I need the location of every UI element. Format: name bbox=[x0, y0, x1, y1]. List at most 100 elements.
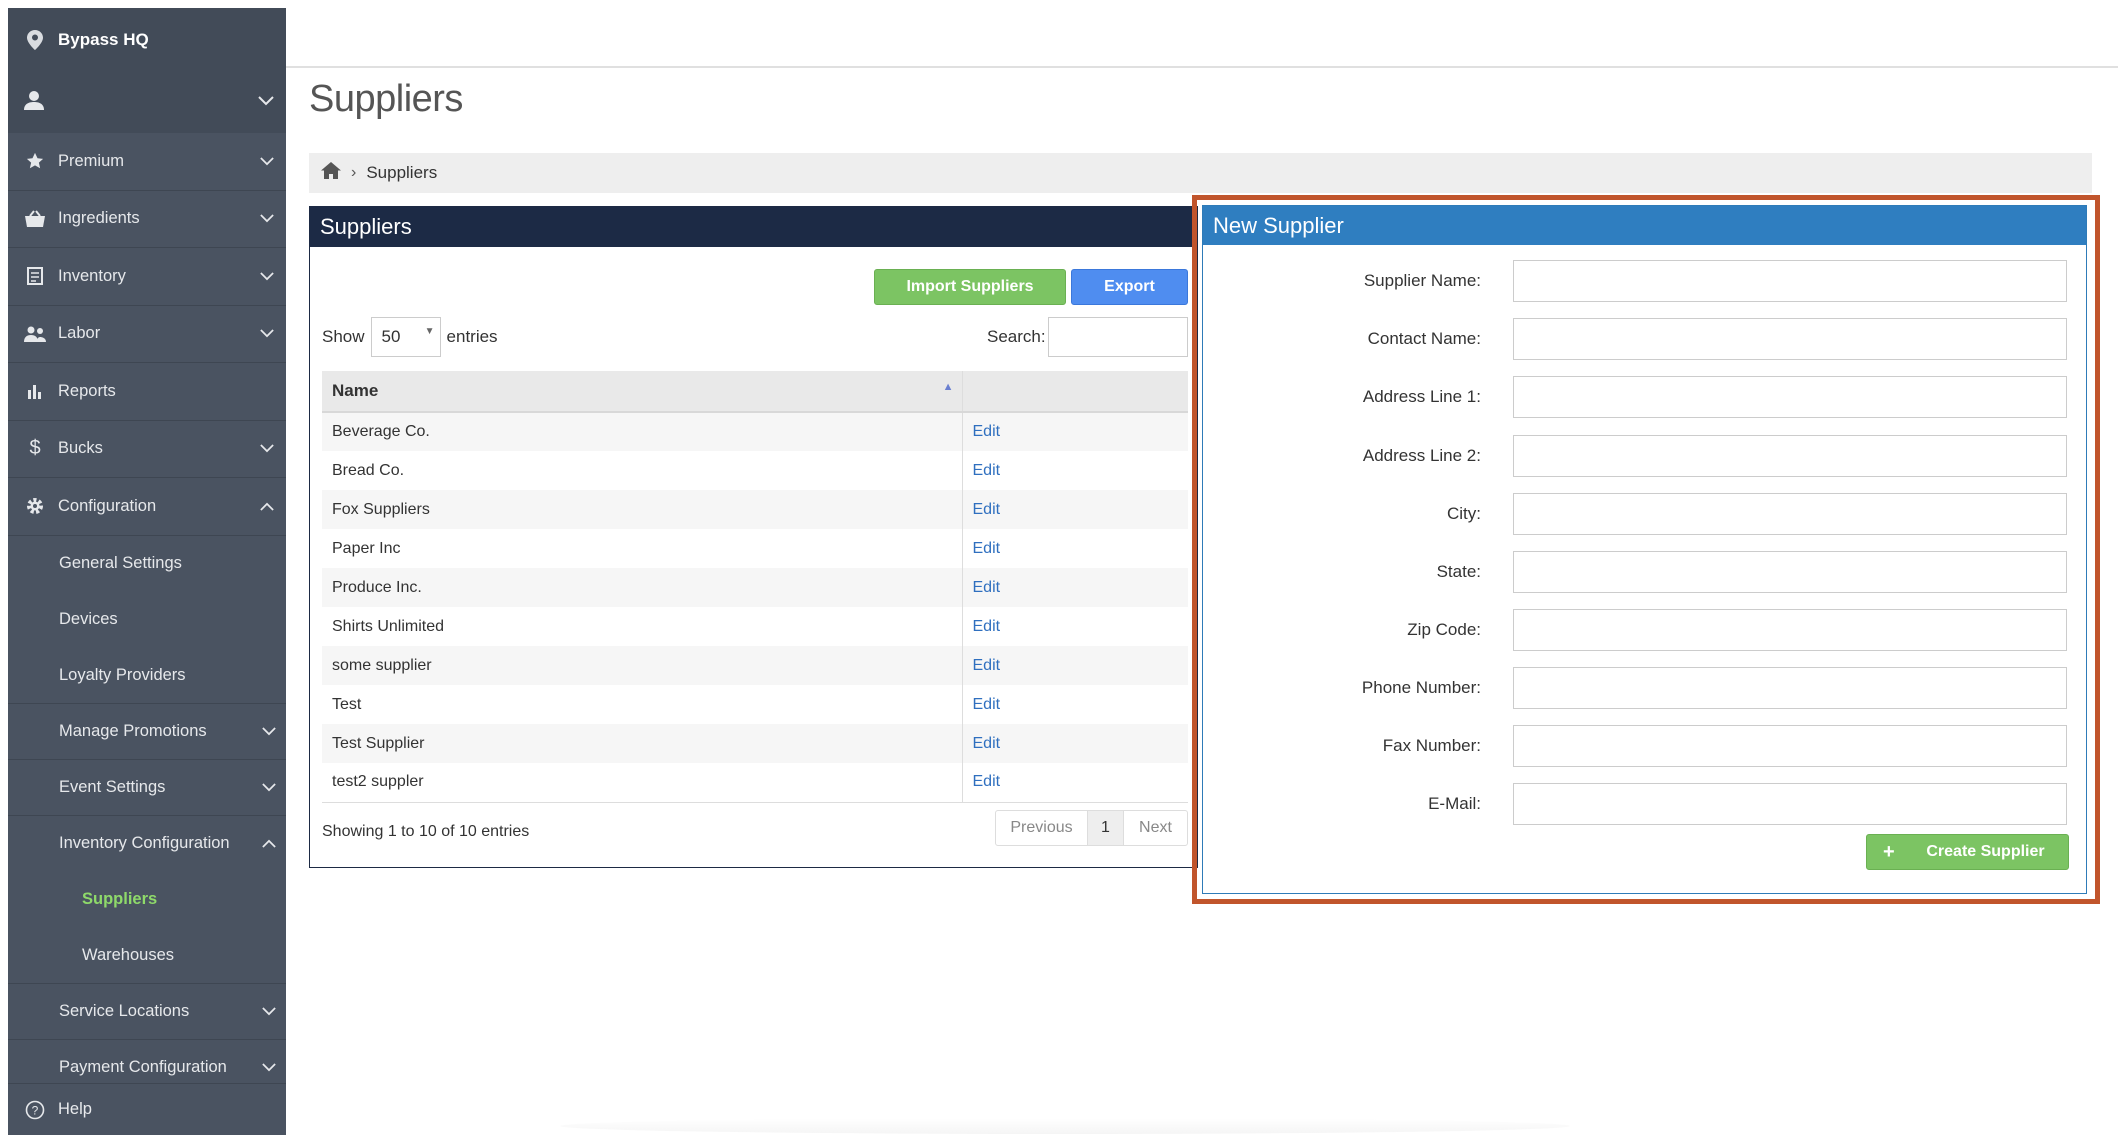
pagination: Previous 1 Next bbox=[995, 810, 1188, 846]
edit-link[interactable]: Edit bbox=[973, 773, 1001, 790]
previous-page-button[interactable]: Previous bbox=[996, 811, 1088, 845]
nav-label: Premium bbox=[58, 151, 125, 170]
edit-link[interactable]: Edit bbox=[973, 579, 1001, 596]
column-header-actions bbox=[962, 371, 1188, 413]
edit-link[interactable]: Edit bbox=[973, 540, 1001, 557]
location-name: Bypass HQ bbox=[58, 29, 149, 49]
nav-label: Labor bbox=[58, 324, 101, 343]
user-icon bbox=[24, 90, 44, 115]
city-input[interactable] bbox=[1513, 493, 2067, 535]
bar-chart-icon bbox=[24, 380, 46, 402]
supplier-name-cell: Fox Suppliers bbox=[322, 490, 963, 529]
field-label: Fax Number: bbox=[1382, 736, 1481, 755]
edit-link[interactable]: Edit bbox=[973, 501, 1001, 518]
chevron-down-icon bbox=[258, 440, 276, 458]
phone-number-input[interactable] bbox=[1513, 667, 2067, 709]
dollar-icon: $ bbox=[29, 437, 41, 460]
address-line-1-input[interactable] bbox=[1513, 376, 2067, 418]
next-page-button[interactable]: Next bbox=[1124, 811, 1187, 845]
home-icon[interactable] bbox=[321, 162, 341, 184]
table-row: Bread Co. Edit bbox=[322, 451, 1188, 490]
address-line-2-input[interactable] bbox=[1513, 435, 2067, 477]
nav-help[interactable]: ? Help bbox=[8, 1083, 286, 1135]
edit-link[interactable]: Edit bbox=[973, 618, 1001, 635]
table-row: Shirts Unlimited Edit bbox=[322, 607, 1188, 646]
user-menu[interactable] bbox=[8, 71, 286, 133]
edit-link[interactable]: Edit bbox=[973, 462, 1001, 479]
nav-configuration[interactable]: Configuration bbox=[8, 478, 286, 536]
nav-label: Service Locations bbox=[59, 1001, 190, 1020]
chevron-down-icon bbox=[258, 210, 276, 228]
breadcrumb: › Suppliers bbox=[309, 153, 2092, 193]
zip-code-input[interactable] bbox=[1513, 609, 2067, 651]
search-input[interactable] bbox=[1047, 317, 1188, 357]
supplier-name-cell: some supplier bbox=[322, 646, 963, 685]
field-label: Address Line 1: bbox=[1362, 387, 1481, 406]
contact-name-input[interactable] bbox=[1513, 318, 2067, 360]
nav-label: Event Settings bbox=[59, 777, 166, 796]
gear-icon bbox=[24, 495, 46, 517]
import-suppliers-button[interactable]: Import Suppliers bbox=[874, 269, 1066, 305]
location-selector[interactable]: Bypass HQ bbox=[8, 8, 286, 71]
supplier-name-cell: Beverage Co. bbox=[322, 412, 963, 451]
suppliers-table: Name ▲ Beverage Co. Edit Bread Co. Edit Fo… bbox=[322, 371, 1188, 803]
nav-inventory-configuration[interactable]: Inventory Configuration bbox=[8, 816, 286, 872]
create-supplier-button[interactable]: + Create Supplier bbox=[1866, 834, 2069, 870]
nav-ingredients[interactable]: Ingredients bbox=[8, 191, 286, 248]
nav-label: General Settings bbox=[59, 554, 182, 572]
nav-service-locations[interactable]: Service Locations bbox=[8, 984, 286, 1040]
supplier-name-cell: test2 suppler bbox=[322, 763, 963, 803]
chevron-down-icon bbox=[262, 1002, 276, 1021]
nav-labor[interactable]: Labor bbox=[8, 306, 286, 363]
map-pin-icon bbox=[24, 29, 46, 51]
nav-bucks[interactable]: $ Bucks bbox=[8, 421, 286, 478]
breadcrumb-current: Suppliers bbox=[366, 163, 438, 182]
form-row-state: State: bbox=[1203, 551, 2088, 593]
chevron-right-icon: › bbox=[351, 164, 357, 181]
edit-link[interactable]: Edit bbox=[973, 423, 1001, 440]
edit-link[interactable]: Edit bbox=[973, 696, 1001, 713]
email-input[interactable] bbox=[1513, 783, 2067, 825]
suppliers-panel: Suppliers Import Suppliers Export Show 5… bbox=[309, 206, 1198, 868]
edit-link[interactable]: Edit bbox=[973, 735, 1001, 752]
nav-warehouses[interactable]: Warehouses bbox=[8, 928, 286, 984]
nav-inventory[interactable]: Inventory bbox=[8, 248, 286, 306]
form-row-fax-number: Fax Number: bbox=[1203, 725, 2088, 767]
nav-reports[interactable]: Reports bbox=[8, 363, 286, 421]
star-icon bbox=[24, 150, 46, 172]
nav-manage-promotions[interactable]: Manage Promotions bbox=[8, 704, 286, 760]
help-icon: ? bbox=[24, 1099, 46, 1121]
edit-link[interactable]: Edit bbox=[973, 657, 1001, 674]
form-row-address-line-1: Address Line 1: bbox=[1203, 376, 2088, 418]
form-row-address-line-2: Address Line 2: bbox=[1203, 435, 2088, 477]
supplier-name-input[interactable] bbox=[1513, 260, 2067, 302]
nav-label: Inventory bbox=[58, 266, 126, 285]
create-supplier-label: Create Supplier bbox=[1926, 843, 2045, 860]
column-name-label: Name bbox=[332, 381, 379, 400]
page-1-button[interactable]: 1 bbox=[1088, 811, 1124, 845]
nav-label: Manage Promotions bbox=[59, 721, 207, 740]
show-label: Show bbox=[322, 327, 365, 346]
nav-premium[interactable]: Premium bbox=[8, 133, 286, 191]
nav-suppliers[interactable]: Suppliers bbox=[8, 872, 286, 928]
nav-label: Payment Configuration bbox=[59, 1058, 227, 1076]
nav-loyalty-providers[interactable]: Loyalty Providers bbox=[8, 648, 286, 704]
field-label: Address Line 2: bbox=[1362, 446, 1481, 465]
table-row: some supplier Edit bbox=[322, 646, 1188, 685]
nav-event-settings[interactable]: Event Settings bbox=[8, 760, 286, 816]
search-label: Search: bbox=[987, 327, 1046, 346]
nav-general-settings[interactable]: General Settings bbox=[8, 536, 286, 592]
export-button[interactable]: Export bbox=[1071, 269, 1188, 305]
state-input[interactable] bbox=[1513, 551, 2067, 593]
supplier-name-cell: Shirts Unlimited bbox=[322, 607, 963, 646]
chevron-down-icon bbox=[262, 722, 276, 741]
nav-label: Help bbox=[58, 1100, 92, 1118]
page-length-select[interactable]: 50 ▼ bbox=[370, 317, 441, 357]
page-length-value: 50 bbox=[381, 327, 401, 346]
nav-devices[interactable]: Devices bbox=[8, 592, 286, 648]
field-label: E-Mail: bbox=[1428, 794, 1481, 813]
fax-number-input[interactable] bbox=[1513, 725, 2067, 767]
nav-label: Bucks bbox=[58, 439, 103, 458]
form-row-email: E-Mail: bbox=[1203, 783, 2088, 825]
column-header-name[interactable]: Name ▲ bbox=[322, 371, 963, 413]
